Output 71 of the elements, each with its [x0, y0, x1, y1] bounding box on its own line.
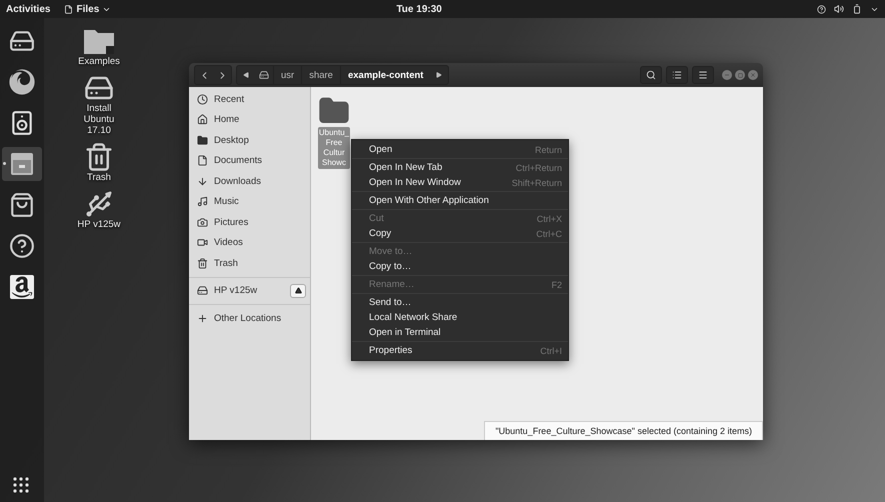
- plus-icon: [197, 312, 208, 324]
- letter-a-icon: [10, 275, 34, 299]
- download-icon: [197, 176, 208, 187]
- clock[interactable]: Tue 19:30: [125, 4, 713, 14]
- folder-icon: [197, 134, 208, 146]
- menu-item[interactable]: Open In New Tab Ctrl+Return: [352, 160, 568, 175]
- triangle-left-icon: [243, 72, 249, 78]
- search-icon: [646, 70, 656, 80]
- triangle-right-icon: [436, 72, 442, 78]
- home-icon: [197, 114, 208, 126]
- volume-icon[interactable]: [834, 4, 844, 14]
- sidebar-item[interactable]: Downloads: [189, 171, 310, 192]
- shopping-bag-icon: [9, 192, 35, 218]
- menu-item[interactable]: Send to…: [352, 295, 568, 310]
- running-indicator: [3, 162, 6, 165]
- menu-item[interactable]: Open In New Window Shift+Return: [352, 175, 568, 190]
- battery-icon[interactable]: [852, 4, 862, 14]
- minimize-button[interactable]: [722, 70, 732, 80]
- drive-icon: [197, 285, 208, 296]
- sidebar-item[interactable]: Music: [189, 192, 310, 212]
- menu-button[interactable]: [692, 66, 714, 84]
- sidebar-item[interactable]: Other Locations: [189, 308, 310, 328]
- help-icon: [9, 233, 35, 259]
- view-toggle-button[interactable]: [666, 66, 688, 84]
- desktop-icon-label[interactable]: Examples: [73, 56, 125, 67]
- clock-icon: [197, 94, 208, 105]
- desktop-icon-label[interactable]: HP v125w: [73, 219, 125, 230]
- path-crumb[interactable]: share: [301, 66, 340, 84]
- close-button[interactable]: [748, 70, 758, 80]
- list-icon: [672, 70, 682, 80]
- app-menu[interactable]: Files: [64, 4, 112, 14]
- close-icon: [750, 72, 756, 78]
- sidebar-item[interactable]: Home: [189, 110, 310, 130]
- sidebar-item[interactable]: Trash: [189, 253, 310, 274]
- menu-item[interactable]: Open With Other Application: [352, 193, 568, 208]
- help-icon[interactable]: [817, 4, 826, 14]
- maximize-button[interactable]: [735, 70, 745, 80]
- eject-icon: [294, 287, 302, 294]
- search-button[interactable]: [640, 66, 662, 84]
- drive-icon: [259, 70, 269, 80]
- path-crumb[interactable]: usr: [273, 66, 302, 84]
- menu-item[interactable]: Local Network Share: [352, 310, 568, 325]
- video-icon: [197, 237, 208, 248]
- trash-icon: [197, 258, 208, 269]
- camera-icon: [197, 216, 208, 228]
- sidebar-item[interactable]: Documents: [189, 150, 310, 171]
- sidebar-item[interactable]: HP v125w: [189, 280, 310, 301]
- desktop-icon-label[interactable]: Install Ubuntu 17.10: [73, 103, 125, 136]
- sidebar-item[interactable]: Pictures: [189, 212, 310, 232]
- document-icon: [197, 155, 208, 166]
- menu-item[interactable]: Open in Terminal: [352, 325, 568, 340]
- music-icon: [197, 196, 208, 208]
- menu-item[interactable]: Copy Ctrl+C: [352, 226, 568, 241]
- menu-item[interactable]: Open Return: [352, 142, 568, 157]
- maximize-icon: [738, 72, 742, 78]
- sidebar-label[interactable]: HP v125w: [214, 285, 258, 296]
- eject-button[interactable]: [290, 284, 306, 298]
- sidebar-item[interactable]: Recent: [189, 89, 310, 110]
- sidebar-item[interactable]: Desktop: [189, 130, 310, 150]
- activities-button[interactable]: Activities: [6, 4, 50, 14]
- sidebar-item[interactable]: Videos: [189, 232, 310, 253]
- menu-item[interactable]: Copy to…: [352, 259, 568, 274]
- minimize-icon: [724, 72, 730, 78]
- menu-item[interactable]: Properties Ctrl+I: [352, 343, 568, 358]
- menu-icon: [698, 70, 708, 80]
- usb-drive-icon: [84, 189, 114, 219]
- status-overlay: "Ubuntu_Free_Culture_Showcase" selected (containing 2 items): [484, 421, 763, 440]
- path-crumb[interactable]: example-content: [340, 66, 430, 84]
- app-grid-icon[interactable]: [12, 476, 30, 494]
- trash-icon: [84, 142, 114, 172]
- desktop-icon-label[interactable]: Trash: [73, 172, 125, 183]
